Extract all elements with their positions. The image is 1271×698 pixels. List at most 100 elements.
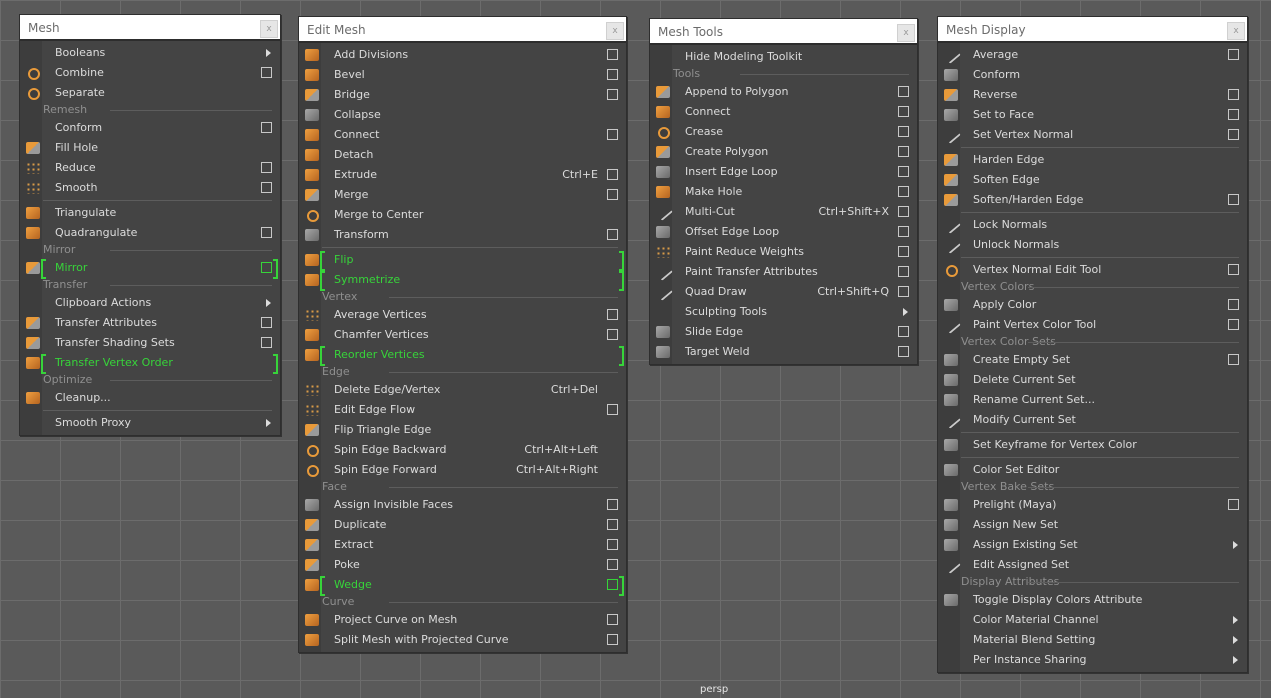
menu-item-booleans[interactable]: Booleans xyxy=(20,43,280,63)
menu-item-extract[interactable]: Extract xyxy=(299,535,626,555)
menu-item-soften-edge[interactable]: Soften Edge xyxy=(938,170,1247,190)
menu-item-assign-existing-set[interactable]: Assign Existing Set xyxy=(938,535,1247,555)
option-box-icon[interactable] xyxy=(261,337,272,348)
option-box-icon[interactable] xyxy=(1228,49,1239,60)
menu-item-append-to-polygon[interactable]: Append to Polygon xyxy=(650,82,917,102)
menu-item-bevel[interactable]: Bevel xyxy=(299,65,626,85)
menu-item-set-to-face[interactable]: Set to Face xyxy=(938,105,1247,125)
option-box-icon[interactable] xyxy=(607,229,618,240)
menu-item-conform[interactable]: Conform xyxy=(20,118,280,138)
edit-mesh-panel-title[interactable]: Edit Mesh x xyxy=(299,17,626,43)
option-box-icon[interactable] xyxy=(1228,264,1239,275)
option-box-icon[interactable] xyxy=(1228,354,1239,365)
menu-item-create-empty-set[interactable]: Create Empty Set xyxy=(938,350,1247,370)
menu-item-wedge[interactable]: Wedge xyxy=(299,575,626,596)
menu-item-apply-color[interactable]: Apply Color xyxy=(938,295,1247,315)
option-box-icon[interactable] xyxy=(1228,194,1239,205)
option-box-icon[interactable] xyxy=(607,69,618,80)
option-box-icon[interactable] xyxy=(898,206,909,217)
menu-item-reverse[interactable]: Reverse xyxy=(938,85,1247,105)
menu-item-lock-normals[interactable]: Lock Normals xyxy=(938,214,1247,235)
option-box-icon[interactable] xyxy=(607,309,618,320)
menu-item-delete-edge-vertex[interactable]: Delete Edge/Vertex Ctrl+Del xyxy=(299,380,626,400)
option-box-icon[interactable] xyxy=(607,579,618,590)
option-box-icon[interactable] xyxy=(607,499,618,510)
menu-item-material-blend-setting[interactable]: Material Blend Setting xyxy=(938,630,1247,650)
menu-item-set-vertex-normal[interactable]: Set Vertex Normal xyxy=(938,124,1247,145)
menu-item-transfer-attributes[interactable]: Transfer Attributes xyxy=(20,313,280,333)
menu-item-hide-modeling-toolkit[interactable]: Hide Modeling Toolkit xyxy=(650,47,917,67)
menu-item-mirror[interactable]: Mirror xyxy=(20,258,280,279)
close-icon[interactable]: x xyxy=(606,22,624,40)
menu-item-split-mesh-with-projected-curve[interactable]: Split Mesh with Projected Curve xyxy=(299,630,626,650)
menu-item-create-polygon[interactable]: Create Polygon xyxy=(650,142,917,162)
menu-item-quad-draw[interactable]: Quad Draw Ctrl+Shift+Q xyxy=(650,281,917,302)
option-box-icon[interactable] xyxy=(261,67,272,78)
menu-item-flip-triangle-edge[interactable]: Flip Triangle Edge xyxy=(299,420,626,440)
menu-item-reorder-vertices[interactable]: Reorder Vertices xyxy=(299,345,626,366)
option-box-icon[interactable] xyxy=(607,559,618,570)
menu-item-assign-invisible-faces[interactable]: Assign Invisible Faces xyxy=(299,495,626,515)
menu-item-vertex-normal-edit-tool[interactable]: Vertex Normal Edit Tool xyxy=(938,260,1247,280)
menu-item-merge-to-center[interactable]: Merge to Center xyxy=(299,205,626,225)
option-box-icon[interactable] xyxy=(607,49,618,60)
menu-item-per-instance-sharing[interactable]: Per Instance Sharing xyxy=(938,650,1247,670)
mesh-panel-title[interactable]: Mesh x xyxy=(20,15,280,41)
menu-item-unlock-normals[interactable]: Unlock Normals xyxy=(938,234,1247,255)
menu-item-smooth[interactable]: Smooth xyxy=(20,178,280,198)
option-box-icon[interactable] xyxy=(898,166,909,177)
menu-item-average-vertices[interactable]: Average Vertices xyxy=(299,305,626,325)
menu-item-make-hole[interactable]: Make Hole xyxy=(650,182,917,202)
option-box-icon[interactable] xyxy=(261,262,272,273)
menu-item-poke[interactable]: Poke xyxy=(299,555,626,575)
menu-item-connect[interactable]: Connect xyxy=(650,102,917,122)
option-box-icon[interactable] xyxy=(607,189,618,200)
option-box-icon[interactable] xyxy=(898,106,909,117)
option-box-icon[interactable] xyxy=(898,226,909,237)
menu-item-sculpting-tools[interactable]: Sculpting Tools xyxy=(650,302,917,322)
menu-item-prelight-maya[interactable]: Prelight (Maya) xyxy=(938,495,1247,515)
menu-item-quadrangulate[interactable]: Quadrangulate xyxy=(20,223,280,243)
menu-item-reduce[interactable]: Reduce xyxy=(20,158,280,178)
menu-item-transfer-shading-sets[interactable]: Transfer Shading Sets xyxy=(20,333,280,353)
close-icon[interactable]: x xyxy=(1227,22,1245,40)
menu-item-project-curve-on-mesh[interactable]: Project Curve on Mesh xyxy=(299,610,626,630)
option-box-icon[interactable] xyxy=(898,326,909,337)
menu-item-color-material-channel[interactable]: Color Material Channel xyxy=(938,610,1247,630)
menu-item-transform[interactable]: Transform xyxy=(299,225,626,245)
menu-item-separate[interactable]: Separate xyxy=(20,83,280,103)
menu-item-set-keyframe-for-vertex-color[interactable]: Set Keyframe for Vertex Color xyxy=(938,435,1247,455)
menu-item-flip[interactable]: Flip xyxy=(299,250,626,271)
menu-item-transfer-vertex-order[interactable]: Transfer Vertex Order xyxy=(20,353,280,374)
option-box-icon[interactable] xyxy=(607,539,618,550)
menu-item-add-divisions[interactable]: Add Divisions xyxy=(299,45,626,65)
option-box-icon[interactable] xyxy=(1228,89,1239,100)
menu-item-average[interactable]: Average xyxy=(938,44,1247,65)
menu-item-modify-current-set[interactable]: Modify Current Set xyxy=(938,409,1247,430)
menu-item-multi-cut[interactable]: Multi-Cut Ctrl+Shift+X xyxy=(650,201,917,222)
menu-item-triangulate[interactable]: Triangulate xyxy=(20,203,280,223)
option-box-icon[interactable] xyxy=(1228,319,1239,330)
mesh-display-panel-title[interactable]: Mesh Display x xyxy=(938,17,1247,43)
menu-item-toggle-display-colors-attribute[interactable]: Toggle Display Colors Attribute xyxy=(938,590,1247,610)
menu-item-rename-current-set[interactable]: Rename Current Set... xyxy=(938,390,1247,410)
option-box-icon[interactable] xyxy=(898,86,909,97)
option-box-icon[interactable] xyxy=(607,404,618,415)
option-box-icon[interactable] xyxy=(1228,299,1239,310)
menu-item-offset-edge-loop[interactable]: Offset Edge Loop xyxy=(650,222,917,242)
option-box-icon[interactable] xyxy=(261,227,272,238)
menu-item-color-set-editor[interactable]: Color Set Editor xyxy=(938,460,1247,480)
option-box-icon[interactable] xyxy=(607,634,618,645)
menu-item-spin-edge-backward[interactable]: Spin Edge Backward Ctrl+Alt+Left xyxy=(299,440,626,460)
option-box-icon[interactable] xyxy=(898,286,909,297)
menu-item-paint-transfer-attributes[interactable]: Paint Transfer Attributes xyxy=(650,261,917,282)
menu-item-soften-harden-edge[interactable]: Soften/Harden Edge xyxy=(938,190,1247,210)
menu-item-cleanup[interactable]: Cleanup... xyxy=(20,388,280,408)
menu-item-paint-vertex-color-tool[interactable]: Paint Vertex Color Tool xyxy=(938,314,1247,335)
menu-item-symmetrize[interactable]: Symmetrize xyxy=(299,270,626,291)
close-icon[interactable]: x xyxy=(260,20,278,38)
close-icon[interactable]: x xyxy=(897,24,915,42)
menu-item-detach[interactable]: Detach xyxy=(299,145,626,165)
option-box-icon[interactable] xyxy=(898,246,909,257)
option-box-icon[interactable] xyxy=(898,126,909,137)
